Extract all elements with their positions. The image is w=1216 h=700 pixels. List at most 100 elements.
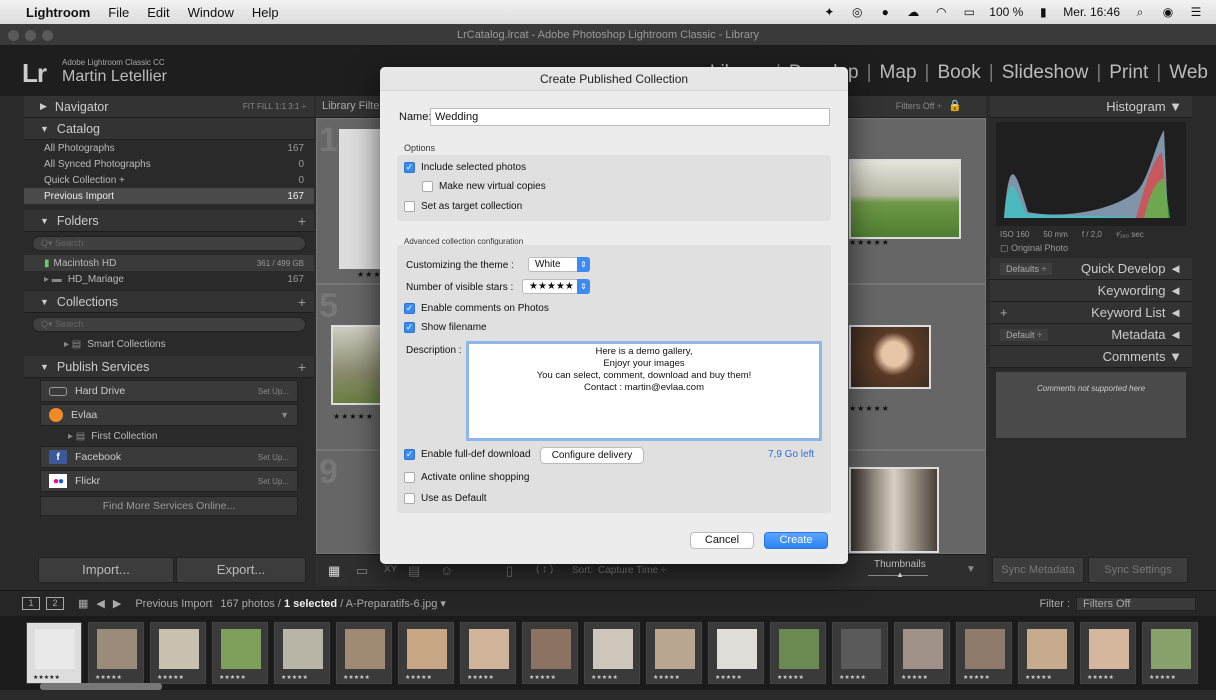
sort-direction-icon[interactable]: ( ↕ ) bbox=[536, 564, 553, 575]
filmstrip-thumbnail[interactable]: ★★★★★ bbox=[212, 622, 268, 684]
full-def-download-checkbox[interactable]: ✓ Enable full-def download bbox=[404, 449, 531, 460]
target-collection-checkbox[interactable]: Set as target collection bbox=[404, 201, 522, 212]
keyword-list-header[interactable]: + Keyword List ◄ bbox=[990, 302, 1192, 324]
publish-service-hard-drive[interactable]: Hard Drive Set Up... bbox=[40, 380, 298, 402]
grid-cell[interactable]: ★★★★★ bbox=[846, 284, 986, 450]
filmstrip-thumbnail[interactable]: ★★★★★ bbox=[274, 622, 330, 684]
catalog-header[interactable]: ▼ Catalog bbox=[24, 118, 314, 140]
folders-search-input[interactable]: Q▾ Search bbox=[32, 236, 306, 251]
filmstrip-thumbnail[interactable]: ★★★★★ bbox=[894, 622, 950, 684]
back-arrow-icon[interactable]: ◀ bbox=[96, 597, 104, 610]
airplay-icon[interactable]: ▭ bbox=[961, 5, 977, 19]
sync-settings-button[interactable]: Sync Settings bbox=[1088, 557, 1188, 583]
histogram-header[interactable]: Histogram ▼ bbox=[990, 96, 1192, 118]
navigator-header[interactable]: ▶ Navigator FIT FILL 1:1 3:1 ÷ bbox=[24, 96, 314, 118]
slider-handle-icon[interactable]: ▲ bbox=[896, 570, 904, 579]
catalog-item-all-photographs[interactable]: All Photographs 167 bbox=[24, 140, 314, 156]
published-collection-first[interactable]: ▸ ▤ First Collection bbox=[24, 428, 314, 444]
dropbox-icon[interactable]: ✦ bbox=[821, 5, 837, 19]
add-keyword-icon[interactable]: + bbox=[1000, 305, 1008, 320]
filmstrip-thumbnail[interactable]: ★★★★★ bbox=[832, 622, 888, 684]
filmstrip-thumbnail[interactable]: ★★★★★ bbox=[646, 622, 702, 684]
filmstrip-thumbnail[interactable]: ★★★★★ bbox=[150, 622, 206, 684]
publish-services-header[interactable]: ▼ Publish Services + bbox=[24, 356, 314, 378]
filmstrip-thumbnail[interactable]: ★★★★★ bbox=[1018, 622, 1074, 684]
cancel-button[interactable]: Cancel bbox=[690, 532, 754, 549]
catalog-item-all-synced[interactable]: All Synced Photographs 0 bbox=[24, 156, 314, 172]
original-photo-toggle[interactable]: ▢ Original Photo bbox=[990, 239, 1192, 258]
grid-view-icon[interactable]: ▦ bbox=[328, 563, 340, 579]
menu-lightroom[interactable]: Lightroom bbox=[26, 5, 90, 20]
grid-cell[interactable] bbox=[846, 450, 986, 554]
menu-window[interactable]: Window bbox=[188, 5, 234, 20]
photo-thumbnail[interactable] bbox=[331, 325, 387, 405]
filmstrip-thumbnail[interactable]: ★★★★★ bbox=[522, 622, 578, 684]
window-2-button[interactable]: 2 bbox=[46, 597, 64, 610]
battery-percent[interactable]: 100 % bbox=[989, 5, 1023, 19]
include-selected-checkbox[interactable]: ✓ Include selected photos bbox=[404, 162, 526, 173]
filmstrip-thumbnail[interactable]: ★★★★★ bbox=[770, 622, 826, 684]
module-book[interactable]: Book bbox=[937, 62, 980, 83]
siri-icon[interactable]: ◉ bbox=[1160, 5, 1176, 19]
menu-file[interactable]: File bbox=[108, 5, 129, 20]
filmstrip-thumbnail[interactable]: ★★★★★ bbox=[26, 622, 82, 684]
skype-icon[interactable]: ● bbox=[877, 5, 893, 19]
module-web[interactable]: Web bbox=[1169, 62, 1208, 83]
export-button[interactable]: Export... bbox=[176, 557, 306, 583]
filmstrip-thumbnail[interactable]: ★★★★★ bbox=[460, 622, 516, 684]
folder-hd-mariage[interactable]: ▸ ▬ HD_Mariage 167 bbox=[24, 271, 314, 287]
service-expand-arrow[interactable]: ▼ bbox=[280, 410, 289, 420]
filmstrip-thumbnail[interactable]: ★★★★★ bbox=[1142, 622, 1198, 684]
use-as-default-checkbox[interactable]: Use as Default bbox=[404, 493, 487, 504]
window-1-button[interactable]: 1 bbox=[22, 597, 40, 610]
service-setup-link[interactable]: Set Up... bbox=[258, 387, 289, 396]
sort-dropdown[interactable]: Capture Time ÷ bbox=[598, 565, 666, 576]
import-button[interactable]: Import... bbox=[38, 557, 174, 583]
module-slideshow[interactable]: Slideshow bbox=[1002, 62, 1089, 83]
collection-name-input[interactable]: Wedding bbox=[430, 108, 830, 126]
grid-mode-icon[interactable]: ▦ bbox=[78, 597, 88, 610]
filmstrip-thumbnail[interactable]: ★★★★★ bbox=[398, 622, 454, 684]
keywording-header[interactable]: Keywording ◄ bbox=[990, 280, 1192, 302]
filmstrip-thumbnail[interactable]: ★★★★★ bbox=[1080, 622, 1136, 684]
find-more-services-button[interactable]: Find More Services Online... bbox=[40, 496, 298, 516]
metadata-header[interactable]: Default ÷ Metadata ◄ bbox=[990, 324, 1192, 346]
survey-view-icon[interactable]: ▤ bbox=[408, 563, 420, 579]
spotlight-search-icon[interactable]: ⌕ bbox=[1132, 5, 1148, 19]
loupe-view-icon[interactable]: ▭ bbox=[356, 563, 368, 579]
metadata-preset-dropdown[interactable]: Default ÷ bbox=[1000, 328, 1048, 341]
enable-comments-checkbox[interactable]: ✓ Enable comments on Photos bbox=[404, 303, 549, 314]
photo-thumbnail[interactable] bbox=[849, 467, 939, 553]
menu-help[interactable]: Help bbox=[252, 5, 279, 20]
toolbar-menu-arrow[interactable]: ▼ bbox=[966, 564, 976, 575]
show-filename-checkbox[interactable]: ✓ Show filename bbox=[404, 322, 487, 333]
filmstrip-thumbnail[interactable]: ★★★★★ bbox=[336, 622, 392, 684]
menu-edit[interactable]: Edit bbox=[147, 5, 169, 20]
filmstrip-thumbnail[interactable]: ★★★★★ bbox=[956, 622, 1012, 684]
grid-cell[interactable]: ★★★★★ bbox=[846, 118, 986, 284]
volume-macintosh-hd[interactable]: ▮ Macintosh HD 361 / 499 GB bbox=[24, 255, 314, 271]
add-collection-icon[interactable]: + bbox=[298, 294, 306, 310]
close-window-button[interactable] bbox=[8, 30, 19, 41]
sync-icon[interactable]: ◎ bbox=[849, 5, 865, 19]
photo-thumbnail[interactable] bbox=[849, 325, 931, 389]
comments-header[interactable]: Comments ▼ bbox=[990, 346, 1192, 368]
quick-develop-header[interactable]: Defaults ÷ Quick Develop ◄ bbox=[990, 258, 1192, 280]
description-textarea[interactable]: Here is a demo gallery, Enjoyr your imag… bbox=[466, 341, 822, 441]
navigator-zoom-options[interactable]: FIT FILL 1:1 3:1 ÷ bbox=[243, 102, 306, 111]
minimize-window-button[interactable] bbox=[25, 30, 36, 41]
wifi-icon[interactable]: ◠ bbox=[933, 5, 949, 19]
catalog-item-previous-import[interactable]: Previous Import 167 bbox=[24, 188, 314, 204]
people-view-icon[interactable]: ☺ bbox=[440, 563, 453, 578]
visible-stars-select[interactable]: ★★★★★ ⇕ bbox=[522, 279, 590, 294]
collections-search-input[interactable]: Q▾ Search bbox=[32, 317, 306, 332]
folders-header[interactable]: ▼ Folders + bbox=[24, 210, 314, 232]
service-setup-link[interactable]: Set Up... bbox=[258, 477, 289, 486]
filters-off-dropdown[interactable]: Filters Off ÷ bbox=[896, 101, 942, 111]
filmstrip-thumbnail[interactable]: ★★★★★ bbox=[88, 622, 144, 684]
online-shopping-checkbox[interactable]: Activate online shopping bbox=[404, 472, 529, 483]
add-folder-icon[interactable]: + bbox=[298, 213, 306, 229]
filter-dropdown[interactable]: Filters Off bbox=[1076, 596, 1196, 611]
module-map[interactable]: Map bbox=[880, 62, 917, 83]
compare-view-icon[interactable]: XY bbox=[384, 564, 397, 575]
